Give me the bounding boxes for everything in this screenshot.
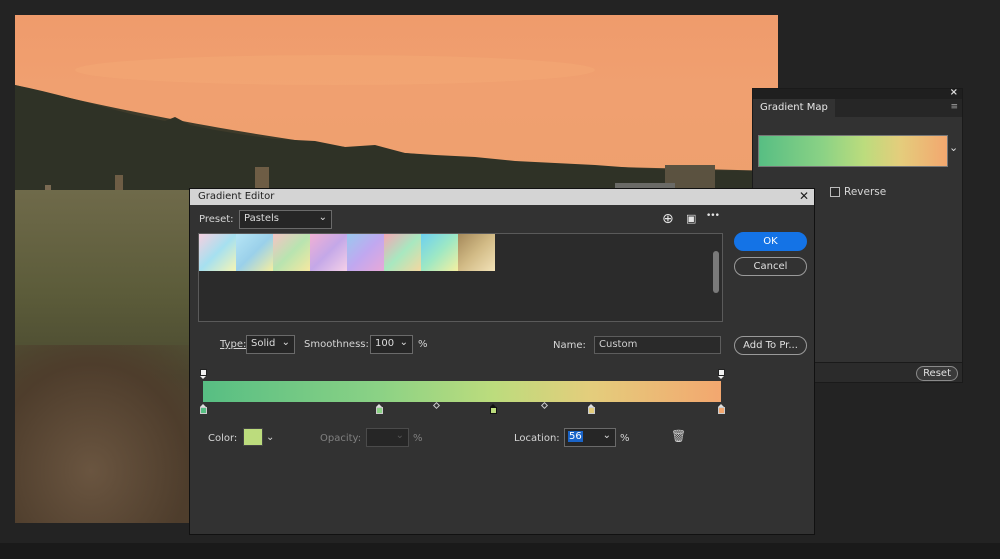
smoothness-unit: % <box>418 339 428 350</box>
tab-gradient-map[interactable]: Gradient Map <box>753 99 835 117</box>
presets-list[interactable] <box>198 233 723 322</box>
midpoint-diamond[interactable] <box>541 401 549 410</box>
color-stop-selected[interactable] <box>489 404 497 415</box>
opacity-unit: % <box>413 433 423 444</box>
chevron-down-icon: ⌄ <box>395 430 404 441</box>
preset-swatch-pastel-7[interactable] <box>421 234 458 271</box>
opacity-stop[interactable] <box>199 369 207 379</box>
color-stop[interactable] <box>588 404 595 415</box>
preset-select[interactable]: Pastels ⌄ <box>239 210 332 229</box>
ok-button[interactable]: OK <box>734 232 807 251</box>
chevron-down-icon: ⌄ <box>399 337 408 348</box>
opacity-stop[interactable] <box>717 369 725 379</box>
cancel-button[interactable]: Cancel <box>734 257 807 276</box>
gradient-bar[interactable] <box>203 381 721 402</box>
stop-color-swatch[interactable] <box>243 428 263 446</box>
gradient-editor-dialog: Gradient Editor ✕ Preset: Pastels ⌄ ⊕ ▣ … <box>189 188 815 535</box>
panel-close-bar: × <box>753 87 962 99</box>
type-label: Type: <box>220 339 247 350</box>
location-value[interactable]: 56 <box>568 431 583 442</box>
preset-swatch-pastel-4[interactable] <box>310 234 347 271</box>
opacity-label: Opacity: <box>320 433 362 444</box>
color-stop[interactable] <box>199 404 207 415</box>
dialog-titlebar[interactable]: Gradient Editor ✕ <box>190 189 814 205</box>
smoothness-label: Smoothness: <box>304 339 369 350</box>
name-field[interactable]: Custom <box>594 336 721 354</box>
name-label: Name: <box>553 340 586 351</box>
preset-label: Preset: <box>199 214 234 225</box>
gradient-map-preview[interactable] <box>758 135 948 167</box>
more-icon[interactable]: ••• <box>706 211 720 221</box>
color-stop[interactable] <box>375 404 383 415</box>
location-unit: % <box>620 433 630 444</box>
save-icon[interactable]: ▣ <box>686 212 696 225</box>
panel-tab-row: Gradient Map ≡ <box>753 99 962 117</box>
preset-swatch-pastel-5[interactable] <box>347 234 384 271</box>
preset-swatch-pastel-3[interactable] <box>273 234 310 271</box>
reverse-checkbox[interactable] <box>830 187 840 197</box>
preset-swatch-pastel-6[interactable] <box>384 234 421 271</box>
presets-scrollbar[interactable] <box>713 251 719 293</box>
reset-button[interactable]: Reset <box>916 366 958 381</box>
smoothness-select[interactable]: 100 ⌄ <box>370 335 413 354</box>
preset-select-value: Pastels <box>244 213 279 224</box>
add-to-preset-button[interactable]: Add To Pr... <box>734 336 807 355</box>
smoothness-value: 100 <box>375 338 395 349</box>
panel-close-icon[interactable]: × <box>950 87 958 98</box>
status-strip <box>0 543 1000 559</box>
chevron-down-icon: ⌄ <box>602 430 611 441</box>
midpoint-diamond[interactable] <box>432 401 440 410</box>
opacity-select: ⌄ <box>366 428 409 447</box>
photoshop-workspace: × Gradient Map ≡ ⌄ Reverse Reset Gradien… <box>0 0 1000 559</box>
color-stop[interactable] <box>717 404 725 415</box>
preset-swatch-pastel-2[interactable] <box>236 234 273 271</box>
dialog-close-icon[interactable]: ✕ <box>799 189 809 203</box>
panel-menu-icon[interactable]: ≡ <box>950 102 958 112</box>
gradient-picker-chevron-down-icon[interactable]: ⌄ <box>949 141 958 154</box>
type-select-value: Solid <box>251 338 276 349</box>
chevron-down-icon: ⌄ <box>318 212 327 223</box>
chevron-down-icon: ⌄ <box>281 337 290 348</box>
add-icon[interactable]: ⊕ <box>662 211 674 227</box>
color-label: Color: <box>208 433 238 444</box>
preset-swatch-pastel-8[interactable] <box>458 234 495 271</box>
color-chevron-down-icon[interactable]: ⌄ <box>266 432 274 443</box>
preset-swatch-pastel-1[interactable] <box>199 234 236 271</box>
trash-icon[interactable]: 🗑 <box>671 429 686 443</box>
location-select[interactable]: 56 ⌄ <box>564 428 616 447</box>
dialog-title: Gradient Editor <box>198 191 275 202</box>
type-select[interactable]: Solid ⌄ <box>246 335 295 354</box>
canvas-dirt-path <box>15 345 205 523</box>
location-label: Location: <box>514 433 560 444</box>
reverse-label: Reverse <box>844 186 887 198</box>
